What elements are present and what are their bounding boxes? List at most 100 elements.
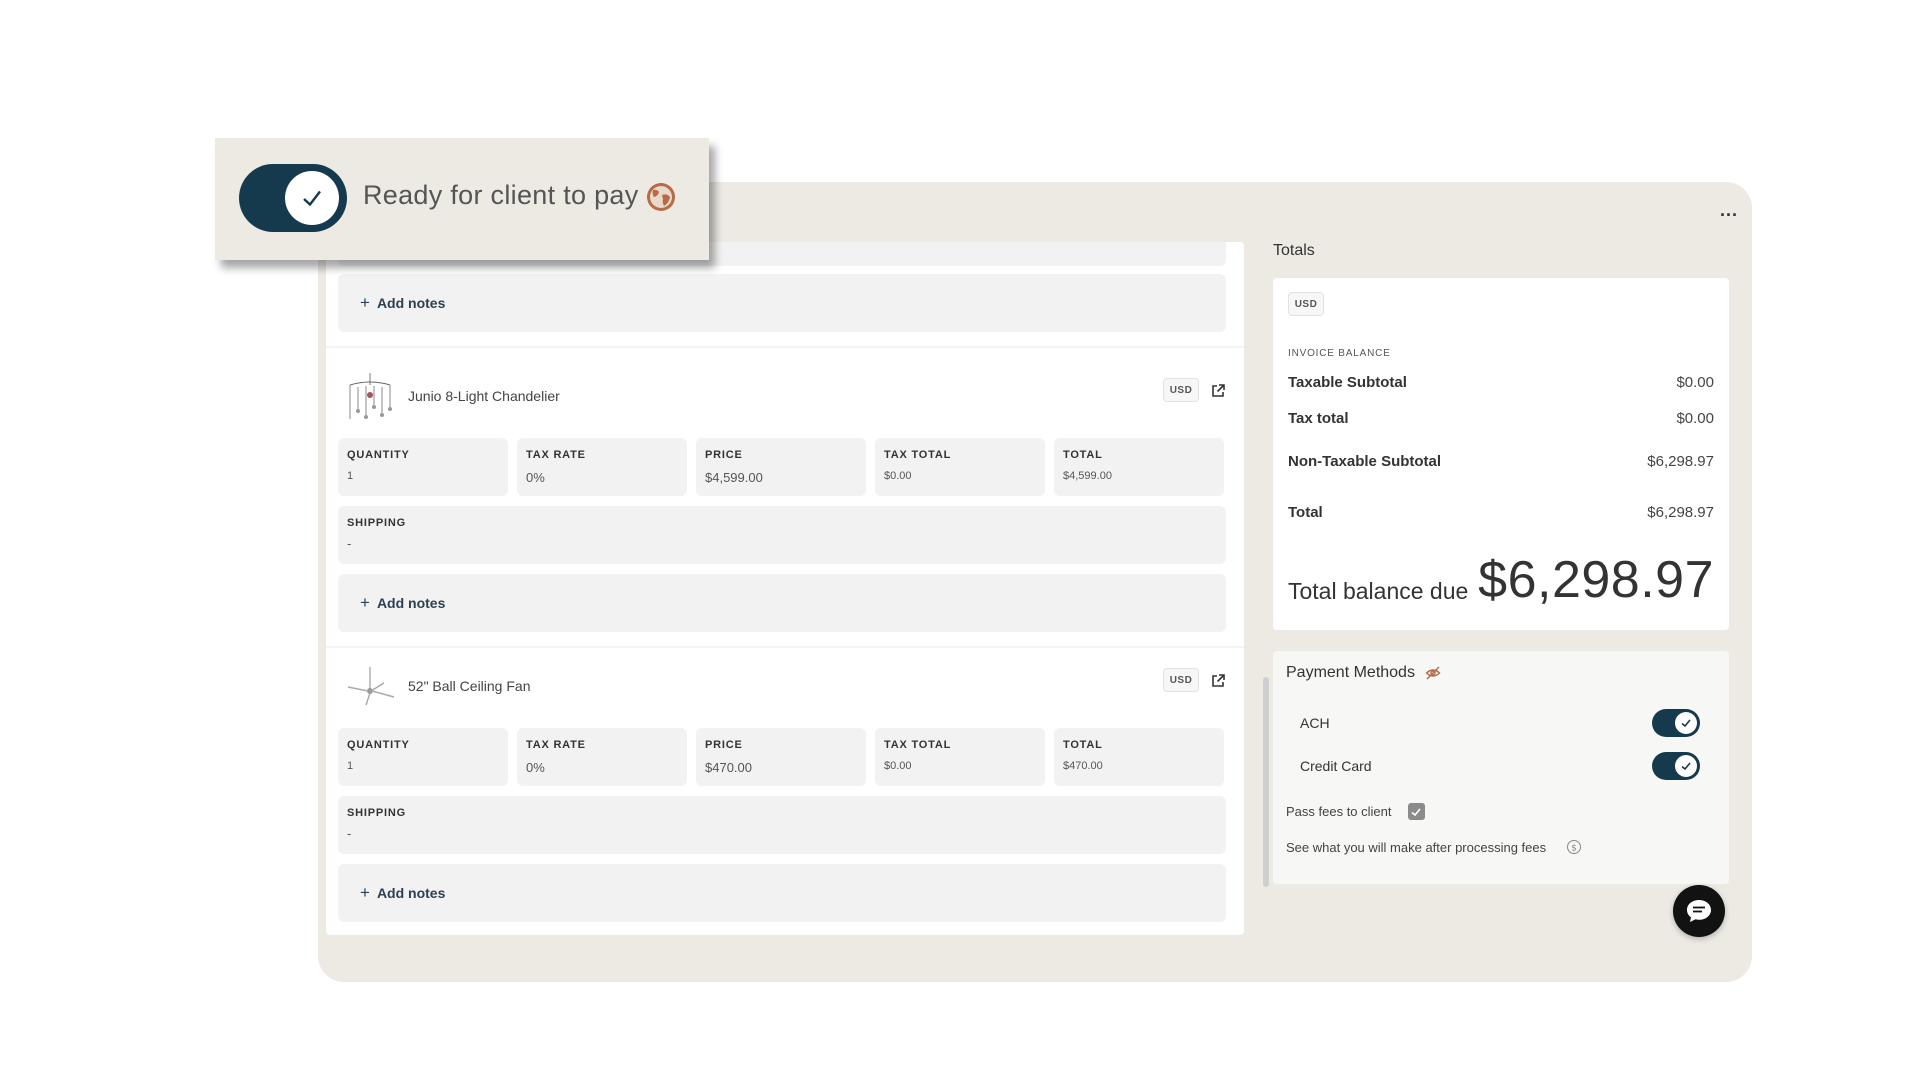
pass-fees-checkbox[interactable] <box>1407 803 1425 820</box>
field-value: $4,599.00 <box>705 470 763 485</box>
add-notes-button[interactable]: + Add notes <box>338 274 1226 332</box>
field-label: TAX TOTAL <box>884 449 952 461</box>
field-value: 1 <box>347 760 354 772</box>
credit-card-toggle[interactable] <box>1652 752 1700 780</box>
chandelier-thumbnail <box>349 373 392 419</box>
invoice-panel: ... + Add notes Junio 8-Light Chandelier… <box>318 182 1752 982</box>
plus-icon: + <box>360 883 370 902</box>
quantity-field[interactable]: QUANTITY 1 <box>338 438 508 496</box>
pass-fees-label: Pass fees to client <box>1286 804 1392 819</box>
add-notes-button[interactable]: + Add notes <box>338 864 1226 922</box>
row-label: Taxable Subtotal <box>1288 374 1407 391</box>
dollar-circle-icon[interactable]: $ <box>1566 839 1582 855</box>
line-item-header: 52" Ball Ceiling Fan USD <box>338 656 1238 716</box>
ach-toggle[interactable] <box>1652 709 1700 737</box>
field-label: TAX TOTAL <box>884 739 952 751</box>
tax-total-row: Tax total $0.00 <box>1288 410 1714 427</box>
currency-badge: USD <box>1163 378 1199 402</box>
check-icon <box>285 171 339 225</box>
tax-total-field: TAX TOTAL $0.00 <box>875 728 1045 786</box>
field-value: - <box>347 536 352 551</box>
ready-to-pay-label: Ready for client to pay <box>363 180 639 210</box>
eye-off-icon[interactable] <box>1425 665 1441 681</box>
plus-icon: + <box>360 593 370 612</box>
field-label: SHIPPING <box>347 807 406 819</box>
totals-heading: Totals <box>1273 242 1315 259</box>
shipping-field[interactable]: SHIPPING - <box>338 506 1226 564</box>
price-field[interactable]: PRICE $470.00 <box>696 728 866 786</box>
field-label: TAX RATE <box>526 449 586 461</box>
field-value: - <box>347 826 352 841</box>
field-value: 0% <box>526 760 545 775</box>
globe-icon[interactable] <box>645 181 677 213</box>
currency-badge: USD <box>1288 292 1324 316</box>
payment-method-credit-card: Credit Card <box>1300 752 1700 780</box>
field-label: QUANTITY <box>347 449 410 461</box>
field-label: TOTAL <box>1063 449 1103 461</box>
tax-rate-field[interactable]: TAX RATE 0% <box>517 438 687 496</box>
field-value: $0.00 <box>884 470 912 482</box>
row-value: $0.00 <box>1676 410 1714 427</box>
check-icon <box>1675 755 1697 777</box>
field-label: TAX RATE <box>526 739 586 751</box>
divider <box>326 646 1244 648</box>
field-value: $0.00 <box>884 760 912 772</box>
field-value: $470.00 <box>1063 760 1103 772</box>
ceiling-fan-thumbnail <box>347 667 395 706</box>
total-row: Total $6,298.97 <box>1288 504 1714 521</box>
shipping-field[interactable]: SHIPPING - <box>338 796 1226 854</box>
payment-methods-title: Payment Methods <box>1286 664 1415 681</box>
add-notes-label: Add notes <box>376 295 446 311</box>
add-notes-label: Add notes <box>376 595 446 611</box>
field-label: SHIPPING <box>347 517 406 529</box>
field-label: PRICE <box>705 449 743 461</box>
field-label: TOTAL <box>1063 739 1103 751</box>
check-icon <box>1675 712 1697 734</box>
field-value: $4,599.00 <box>1063 470 1112 482</box>
balance-due-amount: $6,298.97 <box>1478 551 1714 609</box>
row-value: $6,298.97 <box>1647 504 1714 521</box>
ready-to-pay-callout: Ready for client to pay <box>215 138 709 260</box>
taxable-subtotal-row: Taxable Subtotal $0.00 <box>1288 374 1714 391</box>
field-label: QUANTITY <box>347 739 410 751</box>
method-label: Credit Card <box>1300 758 1372 774</box>
line-items-card: + Add notes Junio 8-Light Chandelier USD… <box>326 242 1244 935</box>
item-name[interactable]: 52" Ball Ceiling Fan <box>408 678 530 694</box>
row-label: Tax total <box>1288 410 1349 427</box>
payment-methods-heading: Payment Methods <box>1286 664 1441 682</box>
balance-due-label: Total balance due <box>1288 578 1469 604</box>
price-field[interactable]: PRICE $4,599.00 <box>696 438 866 496</box>
pass-fees-row: Pass fees to client <box>1286 803 1425 820</box>
add-notes-label: Add notes <box>376 885 446 901</box>
total-field: TOTAL $470.00 <box>1054 728 1224 786</box>
quantity-field[interactable]: QUANTITY 1 <box>338 728 508 786</box>
svg-text:$: $ <box>1571 844 1577 854</box>
check-icon <box>1411 807 1421 816</box>
external-link-icon[interactable] <box>1210 383 1226 399</box>
line-item-header: Junio 8-Light Chandelier USD <box>338 366 1238 426</box>
chat-bubble-icon <box>1687 900 1711 922</box>
row-value: $0.00 <box>1676 374 1714 391</box>
ready-to-pay-toggle[interactable] <box>239 164 347 232</box>
processing-fees-label: See what you will make after processing … <box>1286 839 1547 855</box>
processing-fees-row: See what you will make after processing … <box>1286 839 1582 855</box>
external-link-icon[interactable] <box>1210 673 1226 689</box>
field-value: 1 <box>347 470 354 482</box>
scrollbar[interactable] <box>1263 677 1269 887</box>
tax-rate-field[interactable]: TAX RATE 0% <box>517 728 687 786</box>
chat-button[interactable] <box>1673 885 1725 937</box>
method-label: ACH <box>1300 715 1330 731</box>
row-label: Non-Taxable Subtotal <box>1288 453 1442 470</box>
item-name[interactable]: Junio 8-Light Chandelier <box>408 388 560 404</box>
invoice-balance-label: INVOICE BALANCE <box>1288 348 1391 359</box>
add-notes-button[interactable]: + Add notes <box>338 574 1226 632</box>
field-label: PRICE <box>705 739 743 751</box>
currency-badge: USD <box>1163 668 1199 692</box>
divider <box>326 346 1244 348</box>
payment-method-ach: ACH <box>1300 709 1700 737</box>
more-options-icon[interactable]: ... <box>1720 200 1738 221</box>
tax-total-field: TAX TOTAL $0.00 <box>875 438 1045 496</box>
row-label: Total <box>1288 504 1323 521</box>
total-field: TOTAL $4,599.00 <box>1054 438 1224 496</box>
plus-icon: + <box>360 293 370 312</box>
